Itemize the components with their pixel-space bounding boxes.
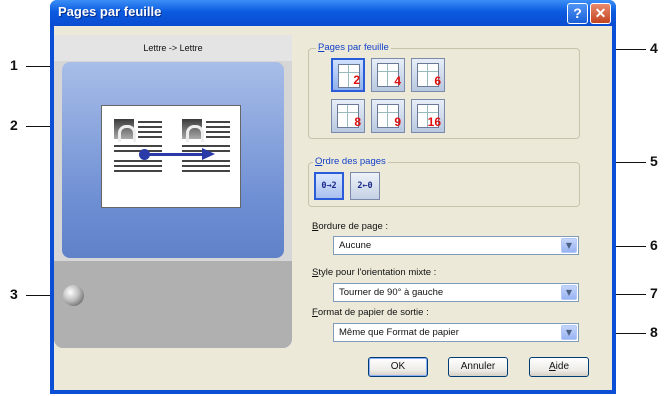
pages-per-sheet-6[interactable]: 6: [411, 58, 445, 92]
callout-8: 8: [650, 324, 658, 340]
preview-footer: [54, 261, 292, 348]
callout-2: 2: [10, 117, 18, 133]
mixed-orientation-value: Tourner de 90° à gauche: [339, 287, 444, 298]
callout-4: 4: [650, 40, 658, 56]
preview-caption: Lettre -> Lettre: [143, 43, 203, 53]
page-order-group: Ordre des pages 0→2 2←0: [308, 156, 580, 207]
image-icon: [114, 119, 136, 142]
page-border-select[interactable]: Aucune ▼: [333, 236, 579, 255]
pages-per-sheet-16[interactable]: 16: [411, 99, 445, 133]
arrow-head-icon: [202, 148, 215, 160]
page-order-left-to-right[interactable]: 0→2: [314, 172, 344, 200]
close-title-button[interactable]: ✕: [590, 3, 611, 24]
pages-per-sheet-9[interactable]: 9: [371, 99, 405, 133]
pages-per-sheet-8[interactable]: 8: [331, 99, 365, 133]
callout-6: 6: [650, 237, 658, 253]
chevron-down-icon[interactable]: ▼: [561, 325, 577, 340]
mixed-orientation-label: Style pour l'orientation mixte :: [312, 267, 437, 278]
pages-per-sheet-2[interactable]: 2: [331, 58, 365, 92]
callout-3: 3: [10, 286, 18, 302]
dialog-client: Lettre -> Lettre Pages par feuille 2 4 6…: [54, 26, 612, 390]
pages-per-sheet-label: Pages par feuille: [316, 42, 391, 53]
mixed-orientation-select[interactable]: Tourner de 90° à gauche ▼: [333, 283, 579, 302]
output-paper-label: Format de papier de sortie :: [312, 307, 429, 318]
chevron-down-icon[interactable]: ▼: [561, 285, 577, 300]
window-title: Pages par feuille: [58, 4, 162, 19]
output-paper-select[interactable]: Même que Format de papier ▼: [333, 323, 579, 342]
page-order-arrow: [145, 153, 205, 156]
ok-button[interactable]: OK: [368, 357, 428, 377]
preview-page-2: [182, 119, 232, 175]
chevron-down-icon[interactable]: ▼: [561, 238, 577, 253]
preview-sheet: [101, 105, 241, 208]
callout-1: 1: [10, 57, 18, 73]
page-order-label: Ordre des pages: [313, 156, 388, 167]
preview-header: Lettre -> Lettre: [54, 35, 292, 61]
pages-per-sheet-group: Pages par feuille 2 4 6 8 9 16: [308, 42, 580, 139]
callout-7: 7: [650, 285, 658, 301]
dialog-window: Pages par feuille ? ✕ Lettre -> Lettre P…: [50, 0, 616, 394]
title-bar[interactable]: Pages par feuille ? ✕: [50, 0, 616, 26]
sphere-icon: [63, 285, 84, 306]
page-order-right-to-left[interactable]: 2←0: [350, 172, 380, 200]
help-button[interactable]: Aide: [529, 357, 589, 377]
pages-per-sheet-4[interactable]: 4: [371, 58, 405, 92]
image-icon: [182, 119, 204, 142]
arrow-start-dot: [139, 149, 150, 160]
cancel-button[interactable]: Annuler: [448, 357, 508, 377]
preview-panel: Lettre -> Lettre: [54, 35, 292, 348]
preview-area: [62, 62, 284, 258]
page-border-value: Aucune: [339, 240, 372, 251]
callout-5: 5: [650, 153, 658, 169]
help-title-button[interactable]: ?: [567, 3, 588, 24]
output-paper-value: Même que Format de papier: [339, 327, 459, 338]
preview-page-1: [114, 119, 164, 175]
page-border-label: Bordure de page :: [312, 221, 389, 232]
